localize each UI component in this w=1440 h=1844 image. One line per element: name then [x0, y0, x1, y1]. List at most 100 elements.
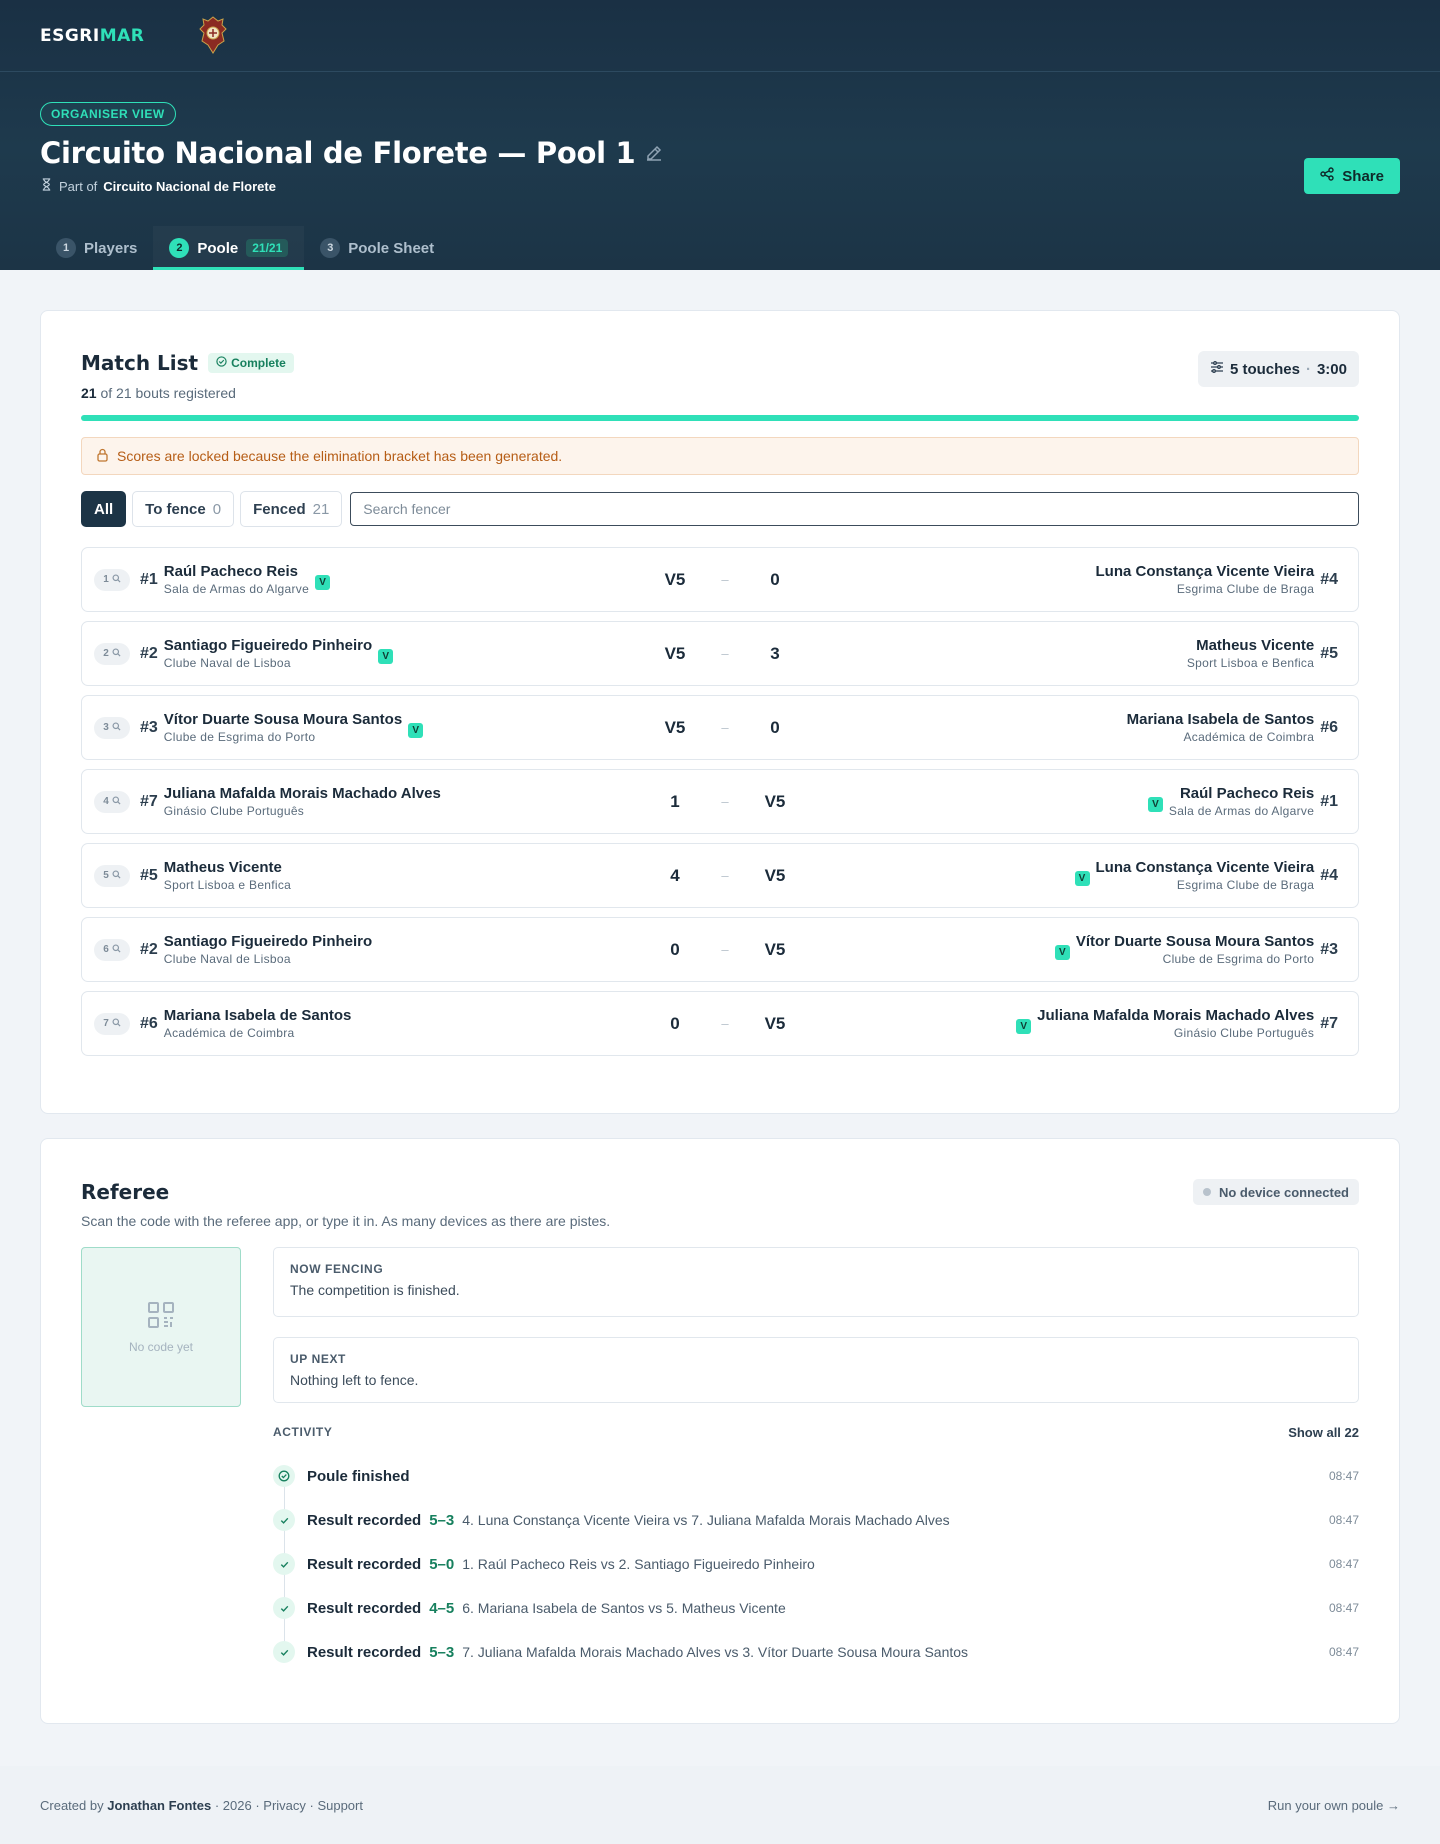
search-fencer-input[interactable]	[350, 492, 1359, 526]
footer-links[interactable]: · 2026 · Privacy · Support	[215, 1798, 363, 1813]
bout-number-button[interactable]: 6	[94, 938, 130, 961]
fencer-name: Juliana Mafalda Morais Machado Alves	[1037, 1007, 1315, 1024]
fencer-seed: #1	[1320, 792, 1338, 810]
activity-detail: 4. Luna Constança Vicente Vieira vs 7. J…	[462, 1512, 950, 1528]
right-score: 0	[770, 717, 780, 737]
fencer-seed: #5	[1320, 644, 1338, 662]
filter-all-button[interactable]: All	[81, 491, 127, 527]
bout-number-button[interactable]: 7	[94, 1012, 130, 1035]
touches-setting: 5 touches	[1229, 360, 1300, 378]
locked-warning: Scores are locked because the eliminatio…	[81, 437, 1359, 475]
filter-label: To fence	[145, 500, 206, 518]
fencer-club: Clube de Esgrima do Porto	[1162, 952, 1315, 966]
fencer-club: Académica de Coimbra	[163, 1026, 295, 1040]
time-setting: 3:00	[1316, 360, 1347, 378]
bout-number: 2	[103, 648, 109, 659]
activity-score: 5–3	[429, 1511, 455, 1529]
qr-placeholder-text: No code yet	[128, 1339, 194, 1354]
bout-row[interactable]: 1 #1 Raúl Pacheco Reis Sala de Armas do Alg…	[81, 547, 1359, 612]
fencer-seed: #2	[140, 644, 158, 662]
fencer-club: Sport Lisboa e Benfica	[163, 878, 292, 892]
check-icon	[273, 1509, 295, 1531]
part-of-label: Part of	[59, 178, 98, 194]
fencer-info: Santiago Figueiredo Pinheiro Clube Naval …	[164, 637, 372, 670]
fencer-right: Matheus Vicente Sport Lisboa e Benfica #5	[1187, 637, 1338, 670]
search-icon	[112, 573, 121, 586]
fencer-left: #7 Juliana Mafalda Morais Machado Alves Gi…	[140, 785, 660, 818]
fencer-seed: #6	[1320, 718, 1338, 736]
fencer-name: Luna Constança Vicente Vieira	[1095, 563, 1315, 580]
fencer-info: Matheus Vicente Sport Lisboa e Benfica	[164, 859, 291, 892]
search-icon	[112, 721, 121, 734]
victory-badge: V	[378, 649, 394, 664]
activity-label: ACTIVITY	[273, 1425, 333, 1439]
qr-code-placeholder: No code yet	[81, 1247, 241, 1407]
show-all-link[interactable]: Show all 22	[1288, 1425, 1359, 1440]
victory-badge: V	[1074, 871, 1090, 886]
tab-poole-sheet[interactable]: 3 Poole Sheet	[304, 226, 450, 270]
check-icon	[273, 1553, 295, 1575]
bout-number-button[interactable]: 4	[94, 790, 130, 813]
bout-row[interactable]: 4 #7 Juliana Mafalda Morais Machado Alves G…	[81, 769, 1359, 834]
fencer-seed: #7	[140, 792, 158, 810]
fencer-name: Matheus Vicente	[1196, 637, 1315, 654]
tab-number: 1	[56, 238, 76, 258]
fencer-seed: #5	[140, 866, 158, 884]
qr-code-icon	[147, 1301, 175, 1332]
author-link[interactable]: Jonathan Fontes	[107, 1798, 211, 1813]
tab-players[interactable]: 1 Players	[40, 226, 153, 270]
right-score: V5	[764, 1013, 786, 1033]
fencer-info: Luna Constança Vicente Vieira Esgrima Clu…	[1096, 563, 1315, 596]
parent-competition-link[interactable]: Circuito Nacional de Florete	[103, 179, 276, 194]
pencil-icon[interactable]	[645, 144, 663, 162]
activity-timestamp: 08:47	[1328, 1513, 1359, 1527]
left-score: V5	[664, 643, 686, 663]
bout-number: 3	[103, 722, 109, 733]
now-fencing-label: NOW FENCING	[290, 1262, 384, 1276]
bout-row[interactable]: 3 #3 Vítor Duarte Sousa Moura Santos Clube …	[81, 695, 1359, 760]
bout-score: 4 – V5	[650, 866, 800, 886]
bout-row[interactable]: 5 #5 Matheus Vicente Sport Lisboa e Benfica…	[81, 843, 1359, 908]
footer-credits: Created by Jonathan Fontes · 2026 · Priv…	[40, 1798, 363, 1813]
bout-number-button[interactable]: 5	[94, 864, 130, 887]
pool-settings-button[interactable]: 5 touches · 3:00	[1197, 351, 1359, 387]
bout-number-button[interactable]: 1	[94, 568, 130, 591]
bout-number-button[interactable]: 3	[94, 716, 130, 739]
filter-fenced-button[interactable]: Fenced 21	[240, 491, 343, 527]
right-score: 0	[770, 569, 780, 589]
activity-title: Poule finished	[307, 1467, 410, 1485]
fencer-left: #2 Santiago Figueiredo Pinheiro Clube Nava…	[140, 637, 660, 670]
now-fencing-panel: NOW FENCING The competition is finished.	[273, 1247, 1359, 1317]
activity-timestamp: 08:47	[1328, 1601, 1359, 1615]
tab-label: Poole Sheet	[348, 239, 435, 257]
left-score: V5	[664, 717, 686, 737]
brand-logo[interactable]: ESGRI MAR	[40, 26, 144, 46]
fencer-info: Juliana Mafalda Morais Machado Alves Giná…	[1037, 1007, 1314, 1040]
fencer-info: Matheus Vicente Sport Lisboa e Benfica	[1187, 637, 1314, 670]
locked-message: Scores are locked because the eliminatio…	[117, 448, 563, 464]
fencer-info: Raúl Pacheco Reis Sala de Armas do Algarv…	[1169, 785, 1314, 818]
run-your-own-poule-link[interactable]: Run your own poule →	[1268, 1798, 1400, 1813]
device-status-text: No device connected	[1218, 1184, 1349, 1200]
bout-number: 6	[103, 944, 109, 955]
fencer-club: Clube Naval de Lisboa	[163, 656, 291, 670]
check-icon	[273, 1597, 295, 1619]
fencer-right: V Vítor Duarte Sousa Moura Santos Clube de…	[1054, 933, 1338, 966]
fencer-info: Mariana Isabela de Santos Académica de Co…	[1127, 711, 1315, 744]
separator: ·	[1305, 360, 1311, 378]
fencer-seed: #2	[140, 940, 158, 958]
share-button[interactable]: Share	[1304, 158, 1400, 194]
bout-number-button[interactable]: 2	[94, 642, 130, 665]
fencer-name: Santiago Figueiredo Pinheiro	[163, 637, 373, 654]
tab-poole[interactable]: 2 Poole 21/21	[153, 226, 305, 270]
filter-label: Fenced	[253, 500, 306, 518]
bout-row[interactable]: 2 #2 Santiago Figueiredo Pinheiro Clube Nav…	[81, 621, 1359, 686]
fencer-name: Juliana Mafalda Morais Machado Alves	[163, 785, 441, 802]
search-icon	[112, 869, 121, 882]
search-icon	[112, 1017, 121, 1030]
activity-timestamp: 08:47	[1328, 1469, 1359, 1483]
bout-row[interactable]: 7 #6 Mariana Isabela de Santos Académica de…	[81, 991, 1359, 1056]
filter-to-fence-button[interactable]: To fence 0	[132, 491, 235, 527]
now-fencing-text: The competition is finished.	[290, 1282, 460, 1298]
bout-row[interactable]: 6 #2 Santiago Figueiredo Pinheiro Clube Nav…	[81, 917, 1359, 982]
